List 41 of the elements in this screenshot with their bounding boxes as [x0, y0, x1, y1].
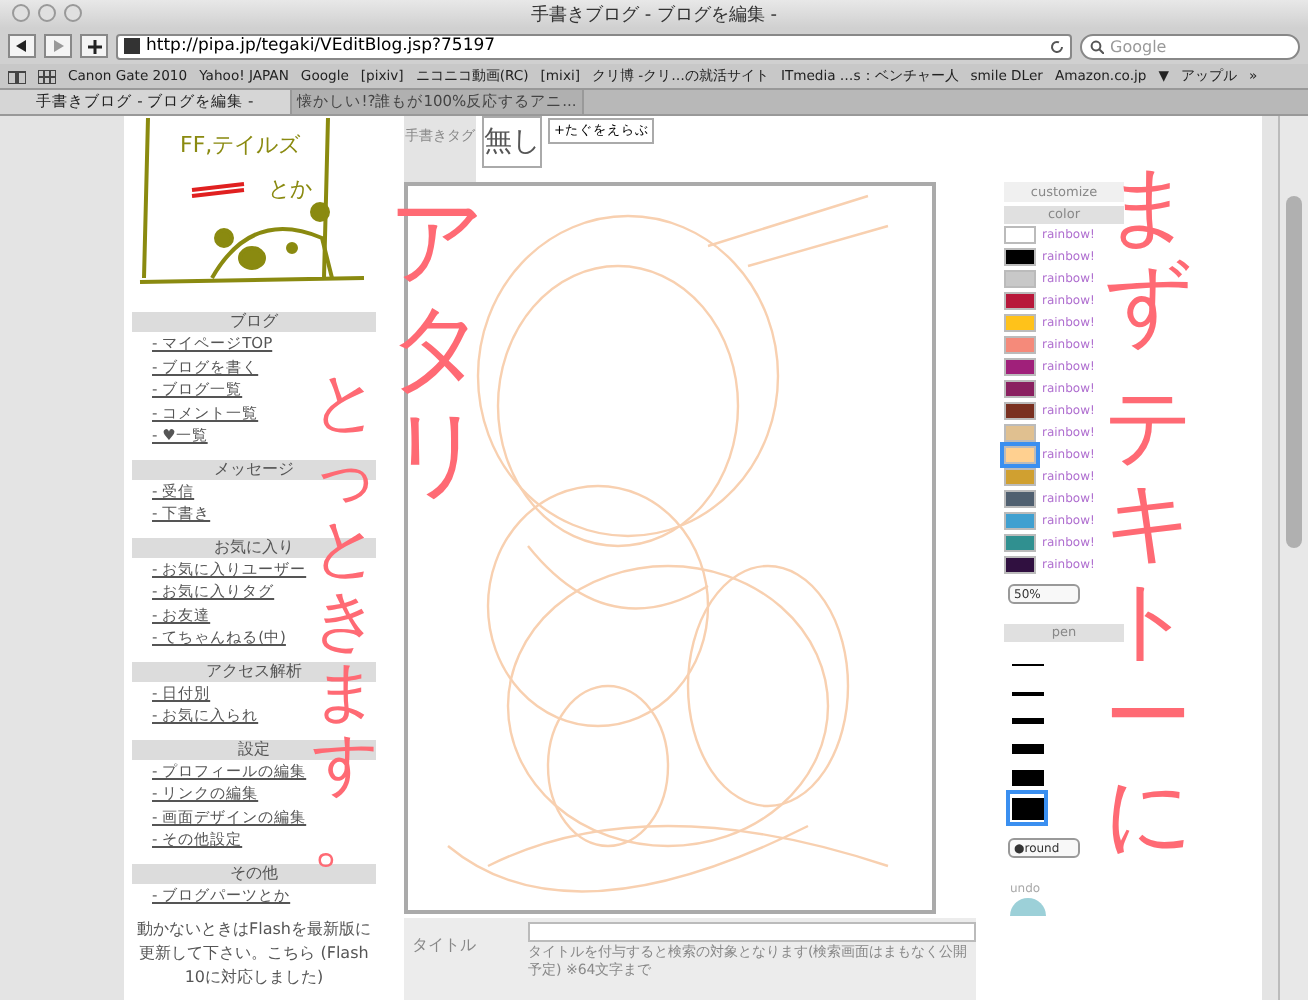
- pen-size-option[interactable]: [1010, 794, 1044, 822]
- scroll-thumb[interactable]: [1286, 196, 1302, 548]
- color-swatch[interactable]: [1004, 270, 1036, 289]
- color-swatch[interactable]: [1004, 556, 1036, 575]
- color-swatch[interactable]: [1004, 358, 1036, 377]
- back-button[interactable]: [8, 34, 36, 58]
- color-swatch[interactable]: [1004, 292, 1036, 311]
- here-link[interactable]: こちら: [267, 944, 316, 962]
- color-swatch[interactable]: [1004, 490, 1036, 509]
- color-swatch[interactable]: [1004, 402, 1036, 421]
- scrollbar[interactable]: [1278, 116, 1308, 1000]
- title-input-field[interactable]: [528, 922, 976, 942]
- color-swatch[interactable]: [1004, 314, 1036, 333]
- site-icon: [124, 38, 140, 54]
- title-label: タイトル: [410, 934, 478, 958]
- pen-size-option[interactable]: [1010, 766, 1044, 788]
- color-swatch[interactable]: [1004, 534, 1036, 553]
- color-swatch[interactable]: [1004, 446, 1036, 465]
- book-icon[interactable]: [8, 69, 26, 83]
- color-swatch[interactable]: [1004, 380, 1036, 399]
- color-swatch[interactable]: [1004, 248, 1036, 267]
- color-swatch[interactable]: [1004, 468, 1036, 487]
- logo-text: FF,テイルズ: [180, 130, 301, 160]
- color-swatch[interactable]: [1004, 424, 1036, 443]
- tag-value: 無し: [482, 116, 542, 168]
- add-bookmark-button[interactable]: [80, 34, 108, 58]
- back-icon: [16, 40, 28, 52]
- notice-text: 動かないときはFlashを最新版に更新して下さい。こちら (Flash 10に対応しました): [135, 918, 373, 990]
- grid-icon[interactable]: [38, 69, 56, 83]
- window-title: 手書きブログ - ブログを編集 -: [530, 3, 778, 27]
- pen-size-option[interactable]: [1010, 738, 1044, 760]
- logo-text: とか: [268, 174, 312, 204]
- color-swatch[interactable]: [1004, 512, 1036, 531]
- color-swatch[interactable]: [1004, 336, 1036, 355]
- address-field[interactable]: http://pipa.jp/tegaki/VEditBlog.jsp?75197: [116, 33, 1072, 59]
- reload-icon[interactable]: [1050, 39, 1064, 53]
- search-icon: [1090, 39, 1104, 53]
- plus-icon: [87, 39, 101, 53]
- forward-icon: [52, 40, 64, 52]
- color-swatch[interactable]: [1004, 226, 1036, 245]
- section-header: ブログ: [132, 312, 376, 332]
